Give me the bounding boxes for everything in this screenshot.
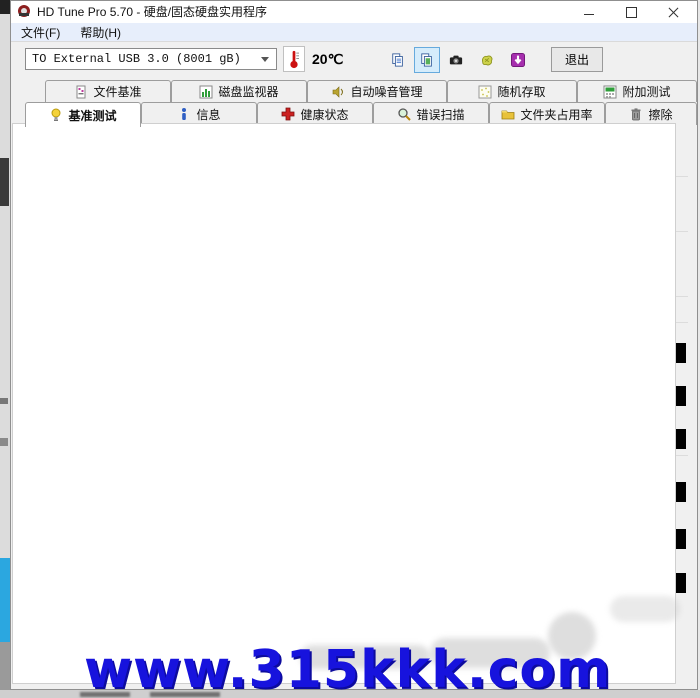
maximize-icon [626,7,637,18]
exit-button-label: 退出 [565,51,589,68]
benchmark-icon [49,108,63,122]
background-fragment [0,0,10,14]
tab-disk-monitor[interactable]: 磁盘监视器 [171,80,307,102]
health-cross-icon [281,107,295,121]
tab-error-scan[interactable]: 错误扫描 [373,102,489,125]
temperature-button[interactable] [283,46,305,72]
tab-label: 文件基准 [93,83,141,100]
copy-image-icon [420,53,434,67]
tab-label: 基准测试 [68,107,116,124]
random-access-icon [478,85,492,99]
tab-label: 自动噪音管理 [350,83,422,100]
minimize-button[interactable] [571,1,607,22]
download-arrow-icon [511,53,525,67]
close-icon [668,7,679,18]
tab-label: 文件夹占用率 [520,106,592,123]
close-button[interactable] [655,1,691,22]
exit-button[interactable]: 退出 [551,47,603,72]
tab-info[interactable]: 信息 [141,102,257,125]
background-sliver [0,0,10,698]
magnifier-icon [397,107,411,121]
tab-health[interactable]: 健康状态 [257,102,373,125]
camera-icon [449,53,463,67]
tab-file-benchmark[interactable]: 文件基准 [45,80,171,102]
copy-image-button[interactable] [414,47,440,73]
tab-benchmark[interactable]: 基准测试 [25,102,141,127]
tab-aam[interactable]: 自动噪音管理 [307,80,447,102]
screen: HD Tune Pro 5.70 - 硬盘/固态硬盘实用程序 文件(F) 帮助(… [0,0,700,698]
drive-select-value: TO External USB 3.0 (8001 gB) [32,52,241,66]
tab-label: 附加测试 [622,83,670,100]
info-icon [177,107,191,121]
maximize-button[interactable] [613,1,649,22]
minimize-icon [584,14,594,15]
trash-icon [629,107,643,121]
background-fragment [0,398,8,404]
temperature-value: 20℃ [312,51,343,68]
watermark-logo [610,596,680,622]
hand-icon [480,53,494,67]
app-icon [17,4,31,18]
save-results-button[interactable] [505,47,531,73]
file-benchmark-icon [74,85,88,99]
title-bar: HD Tune Pro 5.70 - 硬盘/固态硬盘实用程序 [11,1,697,23]
screenshot-button[interactable] [443,47,469,73]
drive-select[interactable]: TO External USB 3.0 (8001 gB) [25,48,277,70]
donate-button[interactable] [474,47,500,73]
thermometer-icon [284,47,304,71]
tab-label: 健康状态 [300,106,348,123]
tab-folder-usage[interactable]: 文件夹占用率 [489,102,605,125]
chevron-down-icon [261,57,269,62]
extra-tests-icon [603,85,617,99]
background-fragment [0,158,9,206]
tab-extra-tests[interactable]: 附加测试 [577,80,697,102]
folder-icon [501,107,515,121]
tab-label: 擦除 [648,106,672,123]
copy-text-button[interactable] [385,47,411,73]
speaker-icon [331,85,345,99]
window-title: HD Tune Pro 5.70 - 硬盘/固态硬盘实用程序 [37,3,267,20]
watermark-text: www.315kkk.com [84,640,684,698]
tab-label: 磁盘监视器 [218,83,278,100]
background-fragment [0,438,8,446]
background-window-edge [0,558,10,642]
copy-text-icon [391,53,405,67]
menu-help[interactable]: 帮助(H) [70,24,131,41]
tab-random-access[interactable]: 随机存取 [447,80,577,102]
toolbar: TO External USB 3.0 (8001 gB) 20℃ [11,41,697,80]
menu-file[interactable]: 文件(F) [11,24,70,41]
benchmark-panel [12,123,676,684]
disk-monitor-icon [199,85,213,99]
tab-label: 错误扫描 [416,106,464,123]
menu-bar: 文件(F) 帮助(H) [11,23,697,41]
tab-erase[interactable]: 擦除 [605,102,697,125]
tab-label: 随机存取 [497,83,545,100]
tab-label: 信息 [196,106,220,123]
